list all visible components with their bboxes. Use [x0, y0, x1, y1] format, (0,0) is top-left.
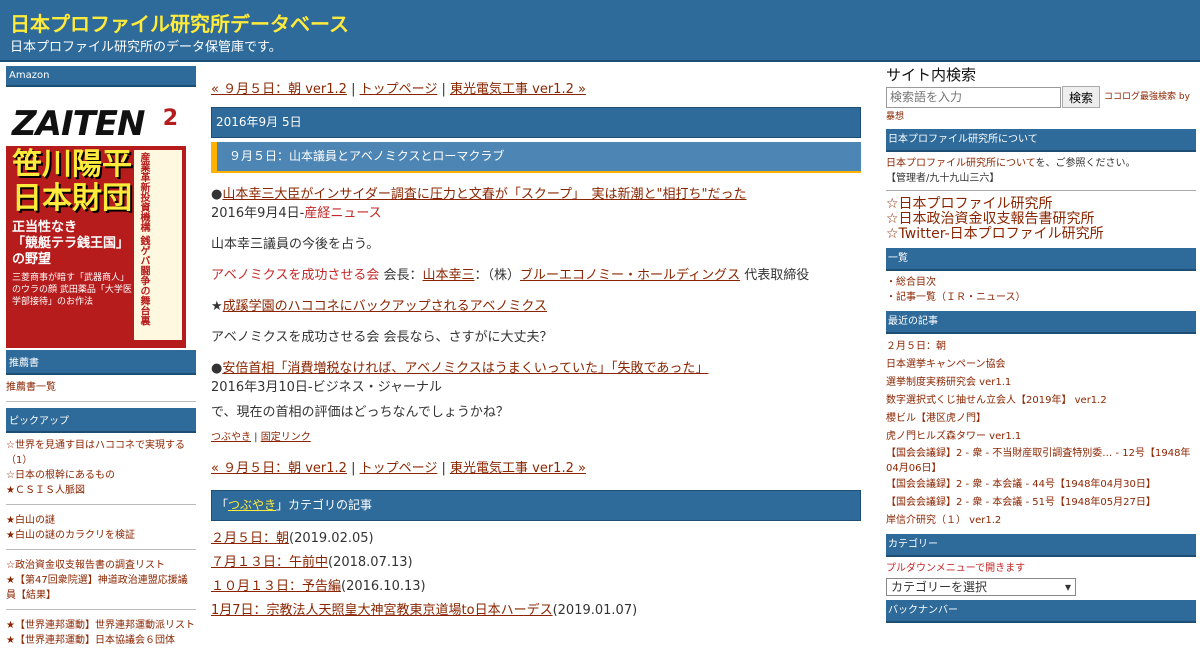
list-item[interactable]: ★【第47回衆院選】神道政治連盟応援議員【結果】: [6, 573, 196, 603]
magazine-cover-image[interactable]: ZAITEN 2 笹川陽平 日本財団 正当性なき 「競艇テラ銭王国」 の野望 三…: [6, 90, 186, 348]
source-label: 産経ニュース: [304, 206, 382, 221]
site-title[interactable]: 日本プロファイル研究所データベース: [10, 8, 349, 37]
recent-article[interactable]: 虎ノ門ヒルズ森タワー ver1.1: [886, 428, 1196, 446]
top-page-link[interactable]: トップページ: [360, 461, 438, 476]
link-profile-institute[interactable]: ☆日本プロファイル研究所: [886, 196, 1053, 212]
entry-paragraph: ★成蹊学園のハココネにバックアップされるアベノミクス: [211, 299, 548, 314]
prev-entry-link[interactable]: « ９月５日：朝 ver1.2: [211, 461, 347, 476]
entry-footer: つぶやき | 固定リンク: [211, 432, 311, 443]
company-link[interactable]: ブルーエコノミー・ホールディングス: [520, 268, 740, 283]
list-title: 一覧: [886, 248, 1196, 271]
site-header: 日本プロファイル研究所データベース 日本プロファイル研究所のデータ保管庫です。: [0, 0, 1200, 62]
search-input[interactable]: [886, 86, 1061, 108]
list-item: １０月１３日：予告編(2016.10.13): [211, 579, 426, 594]
list-item[interactable]: ★白山の謎: [6, 513, 196, 528]
article-link[interactable]: 山本幸三大臣がインサイダー調査に圧力と文春が「スクープ」 実は新潮と"相打ち"だ…: [222, 187, 746, 202]
entry-paragraph: アベノミクスを成功させる会 会長：山本幸三：（株）ブルーエコノミー・ホールディン…: [211, 268, 810, 283]
list-item[interactable]: ・記事一覧（ＩＲ・ニュース）: [886, 290, 1196, 305]
category-title: カテゴリー: [886, 534, 1196, 557]
category-link[interactable]: つぶやき: [228, 498, 276, 512]
list-item[interactable]: ☆日本の根幹にあるもの: [6, 468, 196, 483]
person-link[interactable]: 山本幸三: [423, 268, 475, 283]
recent-articles-title: 最近の記事: [886, 311, 1196, 334]
recent-article[interactable]: 櫻ビル【港区虎ノ門】: [886, 410, 1196, 428]
entry-paragraph: ●山本幸三大臣がインサイダー調査に圧力と文春が「スクープ」 実は新潮と"相打ち"…: [211, 187, 747, 221]
pickup-list-4: ★【世界連邦運動】世界連邦運動派リスト ★【世界連邦運動】日本協議会６団体: [6, 616, 196, 654]
top-page-link[interactable]: トップページ: [360, 82, 438, 97]
pickup-list-2: ★白山の謎 ★白山の謎のカラクリを検証: [6, 511, 196, 550]
entry-paragraph: ●安倍首相「消費増税なければ、アベノミクスはうまくいっていた」「失敗であった」 …: [211, 361, 709, 395]
category-articles-title: 「つぶやき」カテゴリの記事: [211, 490, 861, 521]
amazon-title: Amazon: [6, 66, 196, 87]
magazine-logo: ZAITEN: [12, 104, 145, 144]
left-sidebar: Amazon ZAITEN 2 笹川陽平 日本財団 正当性なき 「競艇テラ銭王国…: [6, 66, 196, 660]
recent-article[interactable]: 選挙制度実務研究会 ver1.1: [886, 374, 1196, 392]
article-link[interactable]: 成蹊学園のハココネにバックアップされるアベノミクス: [223, 299, 547, 314]
next-entry-link[interactable]: 東光電気工事 ver1.2 »: [450, 461, 586, 476]
list-item: ７月１３日：午前中(2018.07.13): [211, 555, 413, 570]
link-political-funds[interactable]: ☆日本政治資金収支報告書研究所: [886, 211, 1095, 227]
recent-article[interactable]: ２月５日：朝: [886, 338, 1196, 356]
list-item[interactable]: ★【世界連邦運動】世界連邦運動派リスト: [6, 618, 196, 633]
recent-article[interactable]: 【国会会議録】2 - 衆 - 不当財産取引調査特別委… - 12号【1948年0…: [886, 446, 1196, 476]
category-link[interactable]: つぶやき: [211, 432, 251, 443]
recent-article[interactable]: 【国会会議録】2 - 衆 - 本会議 - 44号【1948年04月30日】: [886, 476, 1196, 494]
list-item[interactable]: ☆政治資金収支報告書の調査リスト: [6, 558, 196, 573]
next-entry-link[interactable]: 東光電気工事 ver1.2 »: [450, 82, 586, 97]
link-twitter[interactable]: ☆Twitter-日本プロファイル研究所: [886, 226, 1104, 242]
magazine-headline: 笹川陽平 日本財団: [12, 147, 132, 216]
entry-paragraph: 山本幸三議員の今後を占う。: [211, 237, 380, 252]
category-note: プルダウンメニューで開きます: [886, 563, 1026, 574]
list-item[interactable]: ★ＣＳＩＳ人脈図: [6, 483, 196, 498]
list-item: ２月５日：朝(2019.02.05): [211, 531, 374, 546]
search-row: 検索 ココログ最強検索 by: [886, 86, 1196, 108]
recommend-list: 推薦書一覧: [6, 378, 196, 402]
magazine-side-banner: 産業革新投資機構 銭ゲバ闘争の舞台裏: [134, 150, 182, 340]
list-item: 1月7日：宗教法人天照皇大神宮教東京道場to日本ハーデス(2019.01.07): [211, 603, 638, 618]
backnumber-title: バックナンバー: [886, 600, 1196, 623]
search-note-link[interactable]: 暴想: [886, 112, 904, 122]
right-sidebar: サイト内検索 検索 ココログ最強検索 by 暴想 日本プロファイル研究所について…: [886, 68, 1196, 627]
entry-title: ９月５日：山本議員とアベノミクスとローマクラブ: [211, 142, 861, 173]
search-button[interactable]: 検索: [1062, 86, 1101, 108]
magazine-small-text: 三菱商事が暗す「武器商人」のウラの顔 武田薬品「大学医学部接待」のお作法: [12, 273, 132, 307]
entry-paragraph: で、現在の首相の評価はどっちなんでしょうかね？: [211, 405, 509, 420]
recent-article[interactable]: 【国会会議録】2 - 衆 - 本会議 - 51号【1948年05月27日】: [886, 494, 1196, 512]
chevron-down-icon: ▾: [1064, 579, 1071, 594]
site-description: 日本プロファイル研究所のデータ保管庫です。: [10, 40, 282, 55]
prev-entry-link[interactable]: « ９月５日：朝 ver1.2: [211, 82, 347, 97]
entry-paragraph: アベノミクスを成功させる会 会長なら、さすがに大丈夫？: [211, 330, 553, 345]
site-links: ☆日本プロファイル研究所 ☆日本政治資金収支報告書研究所 ☆Twitter-日本…: [886, 197, 1196, 242]
search-note[interactable]: ココログ最強検索 by: [1104, 90, 1190, 105]
entry-date: 2016年9月 5日: [211, 107, 861, 138]
main-content: « ９月５日：朝 ver1.2 | トップページ | 東光電気工事 ver1.2…: [211, 80, 861, 625]
pickup-list-3: ☆政治資金収支報告書の調査リスト ★【第47回衆院選】神道政治連盟応援議員【結果…: [6, 556, 196, 610]
category-article-list: ２月５日：朝(2019.02.05) ７月１３日：午前中(2018.07.13)…: [211, 529, 861, 620]
pickup-title: ピックアップ: [6, 408, 196, 433]
permalink[interactable]: 固定リンク: [261, 432, 311, 443]
recommend-title: 推薦書: [6, 350, 196, 375]
entry-nav-bottom: « ９月５日：朝 ver1.2 | トップページ | 東光電気工事 ver1.2…: [211, 461, 586, 476]
category-select[interactable]: カテゴリーを選択 ▾: [886, 578, 1076, 596]
admin-label: 【管理者/九十九山三六】: [886, 171, 1196, 191]
about-text: 日本プロファイル研究所についてを、ご参照ください。: [886, 158, 1136, 169]
recent-article[interactable]: 岸信介研究（１） ver1.2: [886, 512, 1196, 530]
list-item[interactable]: 推薦書一覧: [6, 380, 196, 395]
magazine-issue: 2: [162, 106, 178, 131]
pickup-list-1: ☆世界を見通す目はハココネで実現する（1） ☆日本の根幹にあるもの ★ＣＳＩＳ人…: [6, 436, 196, 505]
recent-article[interactable]: 日本選挙キャンペーン協会: [886, 356, 1196, 374]
about-link[interactable]: 日本プロファイル研究所について: [886, 158, 1036, 169]
magazine-subheadline: 正当性なき 「競艇テラ銭王国」 の野望: [12, 220, 130, 267]
list-item[interactable]: ☆世界を見通す目はハココネで実現する（1）: [6, 438, 196, 468]
recent-article[interactable]: 数字選択式くじ抽せん立会人【2019年】 ver1.2: [886, 392, 1196, 410]
list-item[interactable]: ★【世界連邦運動】日本協議会６団体: [6, 633, 196, 648]
entry-nav-top: « ９月５日：朝 ver1.2 | トップページ | 東光電気工事 ver1.2…: [211, 82, 586, 97]
article-link[interactable]: 安倍首相「消費増税なければ、アベノミクスはうまくいっていた」「失敗であった」: [222, 361, 708, 376]
org-name: アベノミクスを成功させる会: [211, 268, 380, 283]
search-title: サイト内検索: [886, 66, 977, 84]
list-item[interactable]: ・総合目次: [886, 275, 1196, 290]
about-title: 日本プロファイル研究所について: [886, 129, 1196, 152]
list-item[interactable]: ★白山の謎のカラクリを検証: [6, 528, 196, 543]
